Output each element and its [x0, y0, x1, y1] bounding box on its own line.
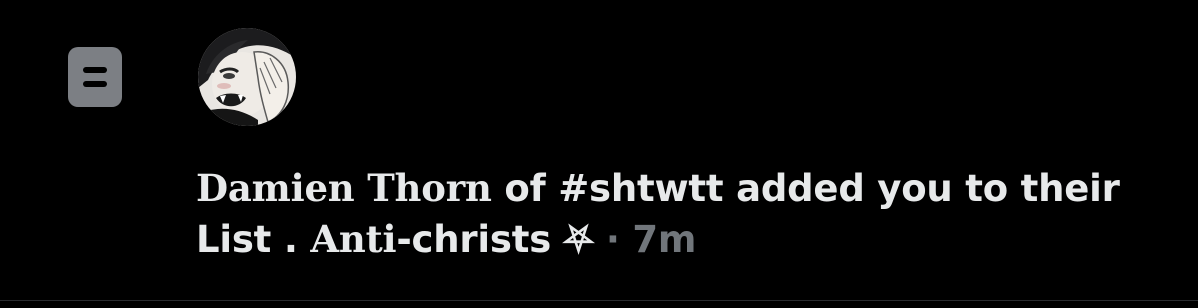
list-icon-bar	[83, 81, 107, 87]
list-icon-bar	[83, 67, 107, 73]
list-notification[interactable]: Damien Thorn of #shtwtt added you to the…	[0, 0, 1198, 301]
notification-message[interactable]: Damien Thorn of #shtwtt added you to the…	[196, 163, 1156, 265]
list-name-rest[interactable]: -christs	[396, 218, 551, 261]
list-icon	[68, 47, 122, 107]
actor-last-name[interactable]: Thorn	[367, 166, 492, 210]
timestamp: 7m	[632, 218, 697, 261]
avatar[interactable]	[198, 28, 296, 126]
list-name-prefix[interactable]: Anti	[310, 217, 396, 261]
separator-dot: ·	[593, 218, 633, 261]
actor-first-name[interactable]: Damien	[196, 166, 355, 210]
pentagram-icon: ⛧	[563, 218, 594, 261]
avatar-image	[198, 28, 296, 126]
